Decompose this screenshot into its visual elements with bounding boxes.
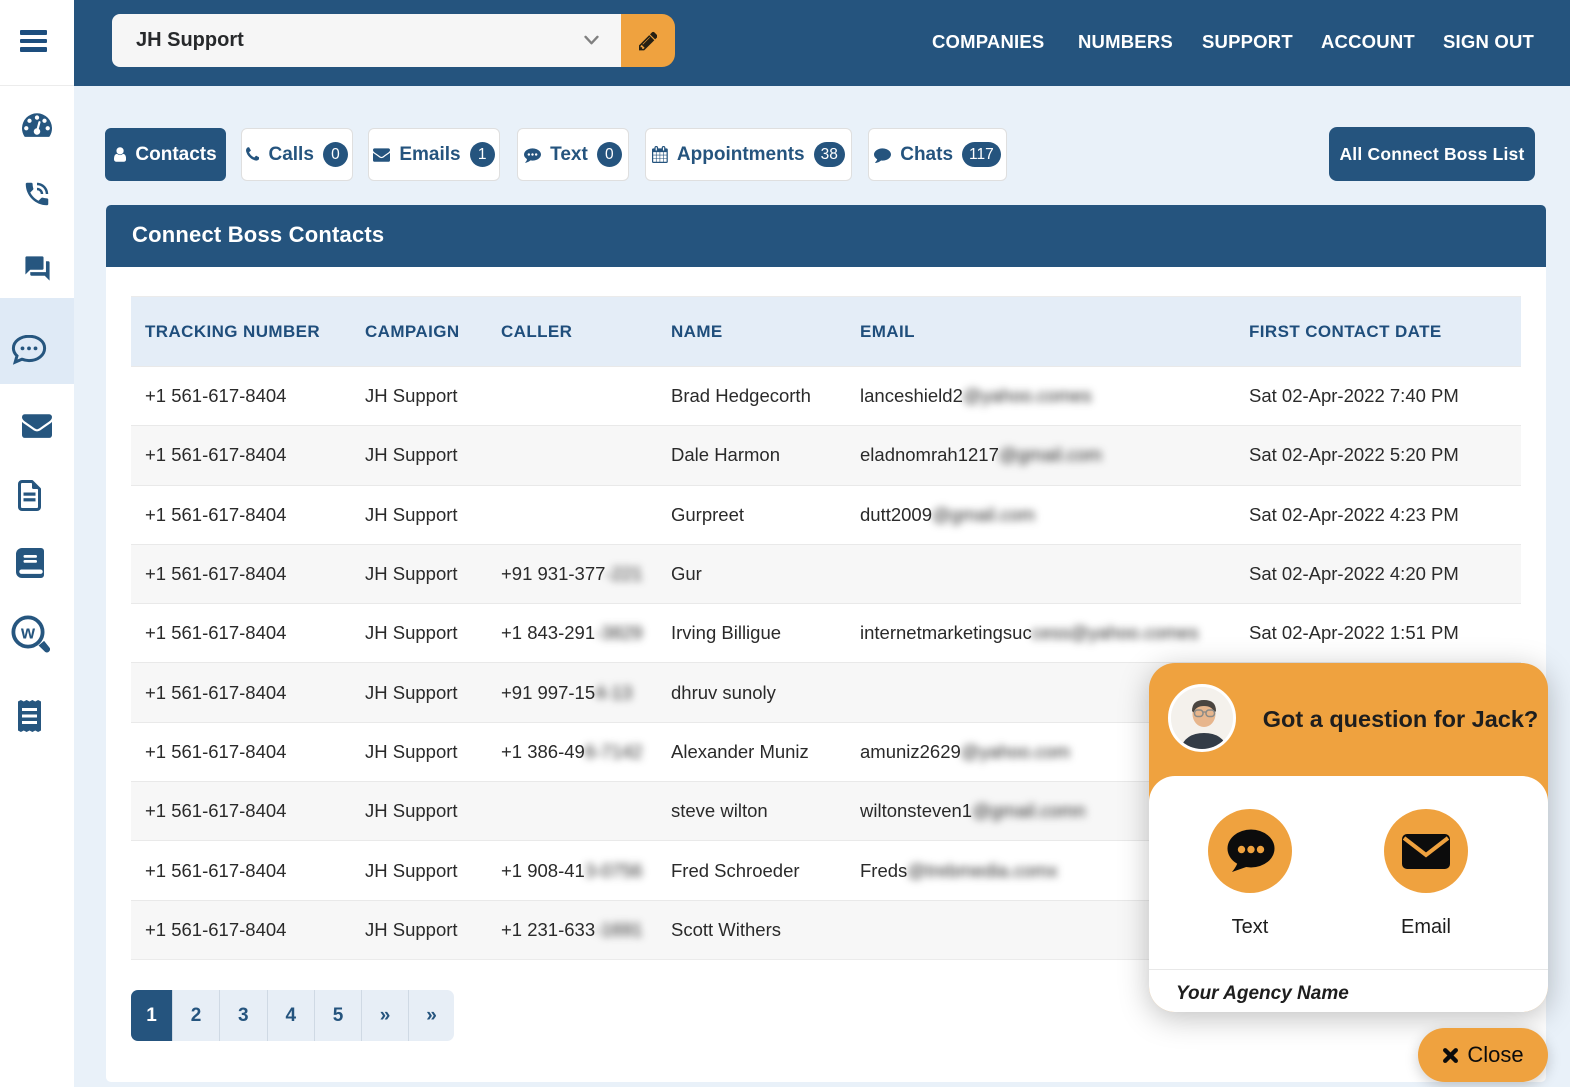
- svg-text:w: w: [20, 623, 36, 643]
